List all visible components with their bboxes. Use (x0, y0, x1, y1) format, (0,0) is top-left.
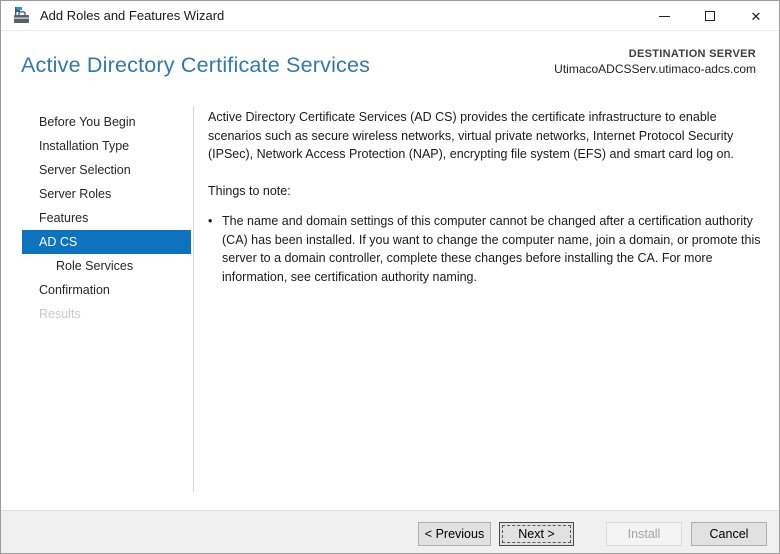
close-button[interactable]: ✕ (733, 1, 779, 31)
sidebar-item-before-you-begin[interactable]: Before You Begin (22, 110, 191, 134)
sidebar-divider (193, 106, 194, 492)
title-bar: Add Roles and Features Wizard ✕ (1, 1, 779, 31)
window-controls: ✕ (641, 1, 779, 31)
previous-button[interactable]: < Previous (418, 522, 491, 546)
close-icon: ✕ (750, 8, 762, 24)
sidebar-item-installation-type[interactable]: Installation Type (22, 134, 191, 158)
sidebar-item-features[interactable]: Features (22, 206, 191, 230)
things-to-note-heading: Things to note: (208, 183, 291, 198)
sidebar-item-confirmation[interactable]: Confirmation (22, 278, 191, 302)
minimize-icon (658, 15, 670, 17)
note-text: The name and domain settings of this com… (222, 214, 761, 284)
adcs-description: Active Directory Certificate Services (A… (208, 110, 734, 161)
window-title: Add Roles and Features Wizard (40, 8, 225, 23)
sidebar-item-results: Results (39, 307, 81, 321)
destination-server-name: UtimacoADCSServ.utimaco-adcs.com (554, 62, 756, 76)
sidebar-item-server-selection[interactable]: Server Selection (22, 158, 191, 182)
destination-server-block: DESTINATION SERVER UtimacoADCSServ.utima… (554, 48, 756, 76)
install-button: Install (606, 522, 682, 546)
footer-bar: < Previous Next > Install Cancel (1, 510, 779, 553)
sidebar-item-server-roles[interactable]: Server Roles (22, 182, 191, 206)
wizard-steps-sidebar: Before You Begin Installation Type Serve… (1, 110, 193, 326)
page-content: Active Directory Certificate Services (A… (208, 108, 765, 286)
cancel-button[interactable]: Cancel (691, 522, 767, 546)
maximize-icon (705, 11, 715, 21)
next-button[interactable]: Next > (499, 522, 574, 546)
wizard-body: Before You Begin Installation Type Serve… (1, 101, 779, 510)
page-title: Active Directory Certificate Services (21, 53, 371, 77)
wizard-header: Active Directory Certificate Services DE… (1, 31, 779, 101)
destination-server-label: DESTINATION SERVER (628, 48, 756, 60)
sidebar-item-role-services[interactable]: Role Services (22, 254, 191, 278)
server-manager-icon (14, 6, 29, 23)
bullet-icon: • (208, 214, 213, 228)
add-roles-wizard-window: Add Roles and Features Wizard ✕ Active D… (0, 0, 780, 554)
maximize-button[interactable] (687, 1, 733, 31)
sidebar-item-ad-cs[interactable]: AD CS (22, 230, 191, 254)
notes-list: • The name and domain settings of this c… (208, 212, 765, 286)
list-item: • The name and domain settings of this c… (208, 212, 765, 286)
minimize-button[interactable] (641, 1, 687, 31)
